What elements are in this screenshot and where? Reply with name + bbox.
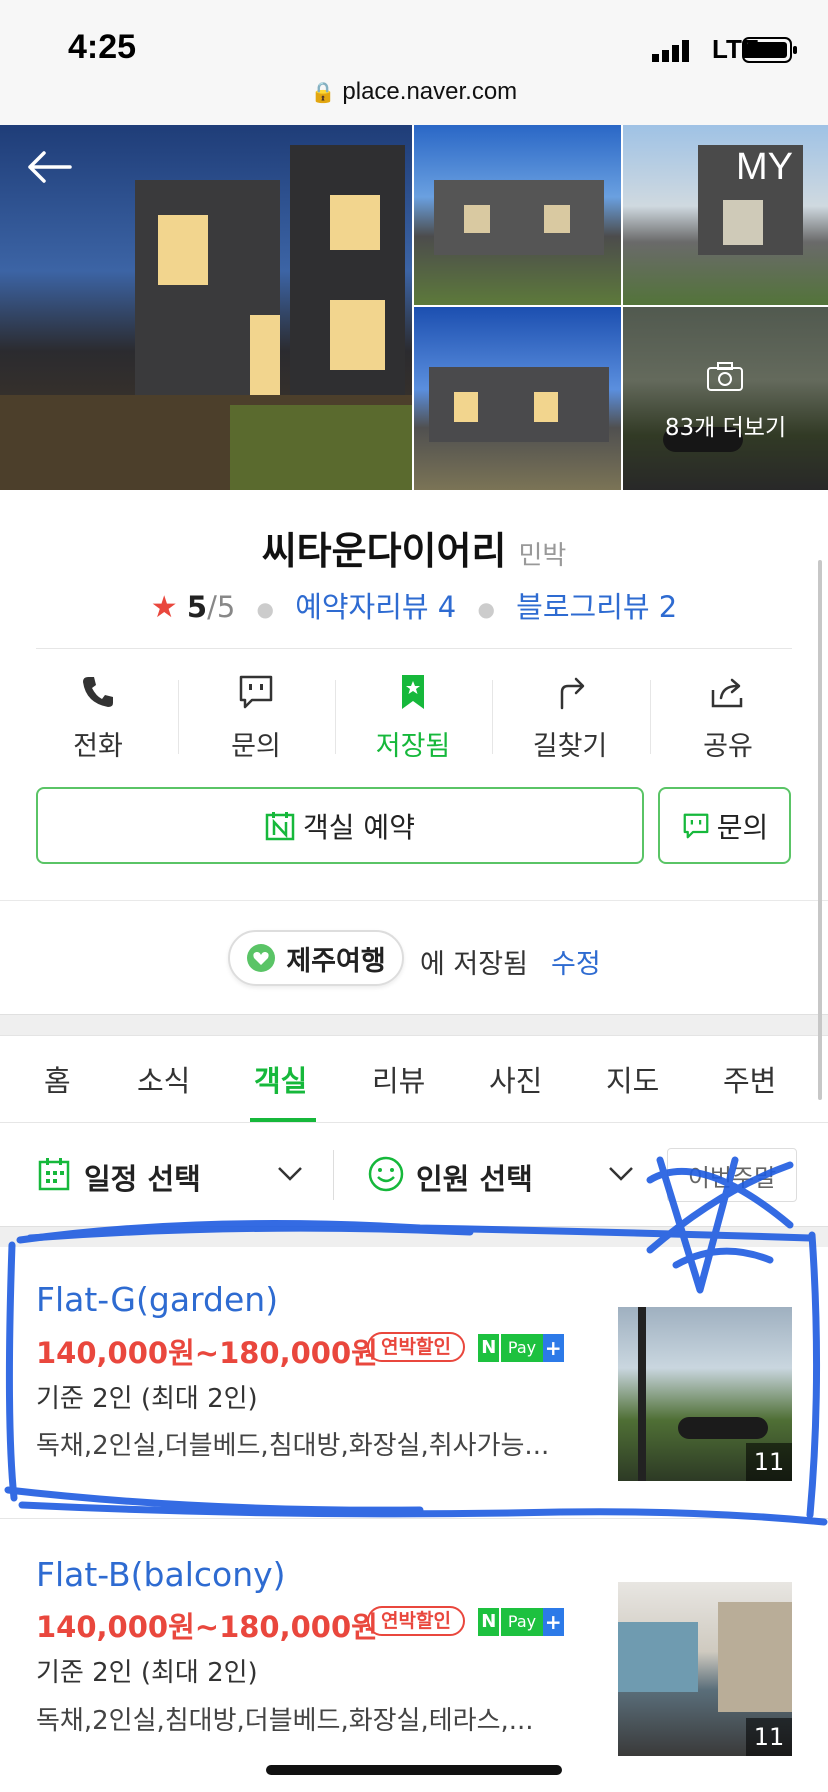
tab-nearby[interactable]: 주변 — [723, 1058, 776, 1100]
naver-n-icon: N — [478, 1608, 500, 1636]
status-time: 4:25 — [68, 28, 137, 66]
photo-count: 11 — [746, 1718, 792, 1756]
room-features: 독채,2인실,침대방,더블베드,화장실,테라스,... — [36, 1706, 534, 1736]
discount-badge: 연박할인 — [367, 1606, 465, 1636]
call-button[interactable]: 전화 — [20, 672, 176, 772]
active-tab-indicator — [250, 1118, 316, 1122]
place-name: 씨타운다이어리 — [261, 529, 507, 573]
saved-folder-name: 제주여행 — [286, 945, 386, 977]
address-bar[interactable]: 🔒 place.naver.com — [0, 78, 828, 106]
this-weekend-button[interactable]: 이번주말 — [667, 1148, 797, 1202]
rating-max: /5 — [207, 590, 236, 624]
tab-reviews[interactable]: 리뷰 — [372, 1058, 425, 1100]
share-button[interactable]: 공유 — [650, 672, 806, 772]
more-photos-label: 83개 더보기 — [664, 415, 787, 441]
inquiry-action-button[interactable]: 문의 — [178, 672, 334, 772]
photo-thumbnail[interactable] — [623, 125, 828, 305]
call-label: 전화 — [73, 731, 123, 762]
chevron-down-icon[interactable] — [277, 1166, 303, 1182]
separator-dot: ● — [256, 597, 274, 621]
divider — [0, 900, 828, 901]
room-name[interactable]: Flat-G(garden) — [36, 1280, 278, 1319]
url-text: place.naver.com — [342, 78, 518, 105]
saved-folder-chip[interactable]: 제주여행 — [228, 930, 404, 986]
saved-status-text: 에 저장됨 — [420, 949, 528, 980]
divider — [0, 1518, 828, 1519]
separator-dot: ● — [477, 597, 495, 621]
date-select[interactable]: 일정 선택 — [84, 1156, 201, 1198]
naver-n-icon: N — [478, 1334, 500, 1362]
share-icon — [711, 678, 743, 708]
room-capacity: 기준 2인 (최대 2인) — [36, 1658, 258, 1688]
room-name[interactable]: Flat-B(balcony) — [36, 1555, 286, 1594]
scrollbar[interactable] — [818, 560, 822, 1100]
smiley-icon — [368, 1156, 404, 1192]
plus-icon: + — [542, 1334, 564, 1362]
saved-label: 저장됨 — [375, 731, 451, 762]
blog-reviews-link[interactable]: 블로그리뷰 2 — [516, 590, 677, 624]
discount-badge: 연박할인 — [367, 1332, 465, 1362]
battery-icon — [742, 37, 797, 63]
saved-button[interactable]: 저장됨 — [335, 672, 491, 772]
photo-count: 11 — [746, 1443, 792, 1481]
tab-rooms[interactable]: 객실 — [254, 1058, 307, 1100]
bookmark-icon — [402, 675, 424, 709]
star-icon: ★ — [150, 590, 178, 625]
calendar-icon — [38, 1158, 70, 1191]
tab-photos[interactable]: 사진 — [489, 1058, 542, 1100]
section-divider — [0, 1014, 828, 1036]
directions-label: 길찾기 — [532, 731, 608, 762]
room-price: 140,000원~180,000원 — [36, 1610, 378, 1644]
chat-icon — [239, 675, 273, 709]
room-photo[interactable]: 11 — [618, 1582, 792, 1756]
directions-icon — [560, 677, 585, 710]
more-photos-overlay[interactable] — [623, 307, 828, 490]
photo-thumbnail[interactable] — [414, 307, 621, 490]
room-booking-label: 객실 예약 — [303, 810, 415, 844]
photo-thumbnail[interactable] — [414, 125, 621, 305]
back-arrow-icon[interactable] — [26, 150, 72, 184]
pay-label: Pay — [499, 1334, 543, 1362]
plus-icon: + — [542, 1608, 564, 1636]
inquiry-button[interactable]: 문의 — [658, 787, 791, 864]
tab-news[interactable]: 소식 — [137, 1058, 190, 1100]
room-price: 140,000원~180,000원 — [36, 1336, 378, 1370]
divider — [333, 1150, 334, 1200]
divider — [36, 648, 792, 649]
rating-value: 5 — [186, 590, 208, 624]
place-category: 민박 — [518, 541, 567, 571]
lock-icon: 🔒 — [310, 82, 336, 104]
rating-row: ★ 5/5 ● 예약자리뷰 4 ● 블로그리뷰 2 — [0, 584, 828, 626]
pay-label: Pay — [499, 1608, 543, 1636]
room-booking-button[interactable]: 객실 예약 — [36, 787, 644, 864]
inquiry-label: 문의 — [231, 731, 281, 762]
npay-badge: N Pay + — [478, 1334, 564, 1362]
npay-badge: N Pay + — [478, 1608, 564, 1636]
place-title-row: 씨타운다이어리 민박 — [0, 520, 828, 575]
chevron-down-icon[interactable] — [608, 1166, 634, 1182]
section-divider — [0, 1226, 828, 1247]
signal-icon — [652, 40, 689, 62]
room-features: 독채,2인실,더블베드,침대방,화장실,취사가능... — [36, 1431, 550, 1461]
calendar-n-icon — [265, 811, 295, 840]
room-capacity: 기준 2인 (최대 2인) — [36, 1384, 258, 1414]
heart-icon — [247, 944, 276, 972]
edit-link[interactable]: 수정 — [551, 942, 601, 981]
phone-icon — [83, 677, 113, 707]
room-photo[interactable]: 11 — [618, 1307, 792, 1481]
inquiry-button-label: 문의 — [716, 810, 769, 844]
home-indicator[interactable] — [266, 1765, 562, 1775]
chat-icon — [683, 813, 709, 838]
booking-reviews-link[interactable]: 예약자리뷰 4 — [295, 590, 456, 624]
directions-button[interactable]: 길찾기 — [492, 672, 648, 772]
share-label: 공유 — [703, 731, 753, 762]
my-button[interactable]: MY — [736, 146, 793, 189]
people-select[interactable]: 인원 선택 — [416, 1156, 533, 1198]
tab-home[interactable]: 홈 — [44, 1058, 71, 1100]
tab-map[interactable]: 지도 — [606, 1058, 659, 1100]
camera-icon — [707, 362, 743, 391]
